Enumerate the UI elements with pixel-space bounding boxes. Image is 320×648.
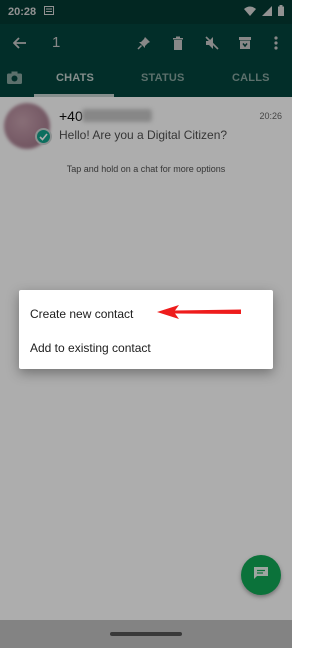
contact-options-dialog: Create new contact Add to existing conta…: [19, 290, 273, 369]
red-arrow-annotation: [155, 304, 245, 325]
create-new-contact-option[interactable]: Create new contact: [30, 307, 133, 321]
add-to-existing-contact-option[interactable]: Add to existing contact: [30, 341, 151, 355]
